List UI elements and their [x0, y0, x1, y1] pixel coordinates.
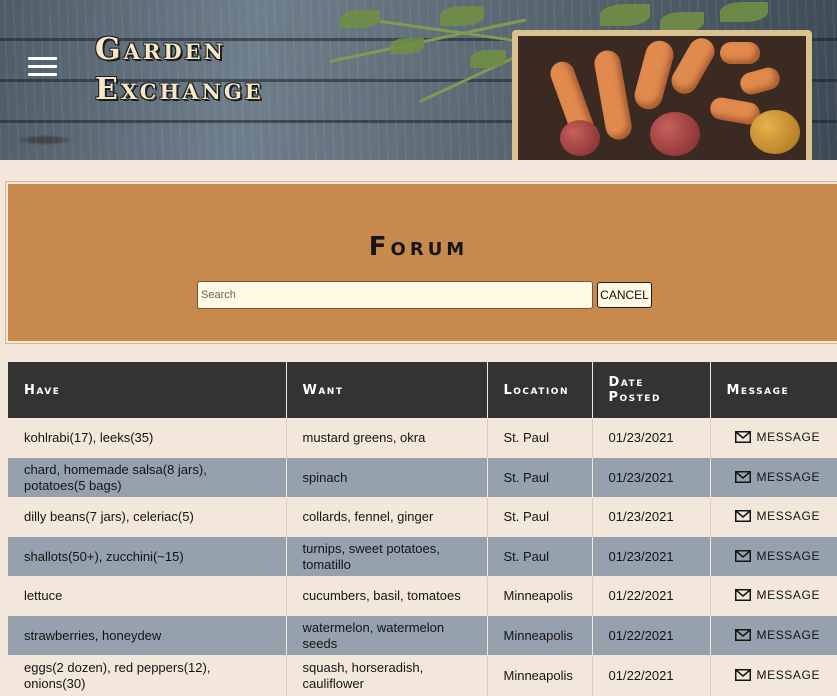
cell-have: kohlrabi(17), leeks(35)	[8, 418, 286, 458]
table-row: shallots(50+), zucchini(~15) turnips, swe…	[8, 536, 837, 577]
cell-message: MESSAGE	[709, 497, 837, 537]
cell-message: MESSAGE	[709, 576, 837, 616]
cell-date: 01/23/2021	[591, 418, 710, 458]
cell-location: Minneapolis	[486, 655, 592, 696]
cell-location: Minneapolis	[486, 615, 592, 656]
message-label: MESSAGE	[756, 588, 821, 602]
cell-date: 01/23/2021	[591, 536, 710, 577]
envelope-icon	[734, 549, 751, 562]
cell-message: MESSAGE	[709, 418, 837, 458]
envelope-icon	[734, 628, 751, 641]
message-button[interactable]: MESSAGE	[734, 667, 821, 683]
date-header-line-2: Posted	[608, 390, 661, 405]
cancel-button[interactable]: CANCEL	[597, 282, 652, 308]
table-row: eggs(2 dozen), red peppers(12), onions(3…	[8, 655, 837, 696]
message-label: MESSAGE	[756, 469, 821, 484]
message-label: MESSAGE	[756, 627, 821, 642]
cell-location: St. Paul	[486, 536, 592, 577]
table-row: strawberries, honeydew watermelon, waterm…	[8, 615, 837, 656]
cell-have: eggs(2 dozen), red peppers(12), onions(3…	[8, 655, 286, 696]
table-row: kohlrabi(17), leeks(35) mustard greens, o…	[8, 418, 837, 458]
cell-message: MESSAGE	[709, 655, 837, 696]
message-label: MESSAGE	[756, 430, 821, 444]
column-header-message[interactable]: Message	[709, 362, 837, 419]
message-button[interactable]: MESSAGE	[734, 508, 821, 524]
column-header-date-posted[interactable]: Date Posted	[591, 362, 710, 419]
cell-want: collards, fennel, ginger	[285, 497, 487, 537]
table-header-row: Have Want Location Date Posted Message	[8, 362, 837, 419]
cell-have: strawberries, honeydew	[8, 615, 286, 656]
cell-message: MESSAGE	[709, 536, 837, 577]
brand-line-1: Garden	[95, 32, 226, 67]
column-header-location[interactable]: Location	[486, 362, 592, 419]
message-button[interactable]: MESSAGE	[734, 587, 821, 603]
cell-location: Minneapolis	[486, 576, 592, 616]
cell-have: lettuce	[8, 576, 286, 616]
hamburger-menu-icon[interactable]	[28, 55, 58, 79]
cell-date: 01/22/2021	[591, 615, 710, 656]
cell-want: squash, horseradish, cauliflower	[285, 655, 487, 696]
message-label: MESSAGE	[756, 509, 821, 523]
cell-have: chard, homemade salsa(8 jars), potatoes(…	[8, 457, 286, 498]
cell-have: shallots(50+), zucchini(~15)	[8, 536, 286, 577]
cell-want: spinach	[285, 457, 487, 498]
cell-date: 01/22/2021	[591, 655, 710, 696]
cell-location: St. Paul	[486, 457, 592, 498]
column-header-have[interactable]: Have	[8, 362, 286, 419]
table-body: kohlrabi(17), leeks(35) mustard greens, o…	[8, 418, 837, 696]
envelope-icon	[734, 668, 751, 681]
cell-location: St. Paul	[486, 497, 592, 537]
envelope-icon	[734, 589, 751, 601]
cell-want: cucumbers, basil, tomatoes	[285, 576, 487, 616]
site-logo[interactable]: Garden Exchange	[95, 30, 264, 110]
page-title: Forum	[368, 232, 469, 262]
column-header-want[interactable]: Want	[285, 362, 487, 419]
cell-want: turnips, sweet potatoes, tomatillo	[285, 536, 487, 577]
cell-want: mustard greens, okra	[285, 418, 487, 458]
brand-line-2: Exchange	[95, 72, 264, 107]
cell-want: watermelon, watermelon seeds	[285, 615, 487, 656]
cell-have: dilly beans(7 jars), celeriac(5)	[8, 497, 286, 537]
forum-panel	[5, 181, 837, 344]
table-row: chard, homemade salsa(8 jars), potatoes(…	[8, 457, 837, 498]
date-header-line-1: Date	[608, 375, 644, 390]
message-label: MESSAGE	[756, 667, 821, 682]
header-divider	[0, 160, 837, 163]
cell-date: 01/22/2021	[591, 576, 710, 616]
envelope-icon	[734, 470, 751, 483]
table-row: lettuce cucumbers, basil, tomatoes Minneap…	[8, 576, 837, 616]
cell-date: 01/23/2021	[591, 457, 710, 498]
message-button[interactable]: MESSAGE	[734, 627, 821, 643]
search-input[interactable]	[197, 281, 593, 309]
table-row: dilly beans(7 jars), celeriac(5) collards…	[8, 497, 837, 537]
message-button[interactable]: MESSAGE	[734, 548, 821, 564]
site-header: Garden Exchange	[0, 0, 837, 163]
envelope-icon	[734, 510, 751, 522]
cell-date: 01/23/2021	[591, 497, 710, 537]
message-label: MESSAGE	[756, 548, 821, 563]
envelope-icon	[734, 431, 751, 443]
message-button[interactable]: MESSAGE	[734, 429, 821, 445]
message-button[interactable]: MESSAGE	[734, 469, 821, 485]
forum-table: Have Want Location Date Posted Message k…	[8, 362, 837, 696]
cell-location: St. Paul	[486, 418, 592, 458]
cell-message: MESSAGE	[709, 615, 837, 656]
cell-message: MESSAGE	[709, 457, 837, 498]
